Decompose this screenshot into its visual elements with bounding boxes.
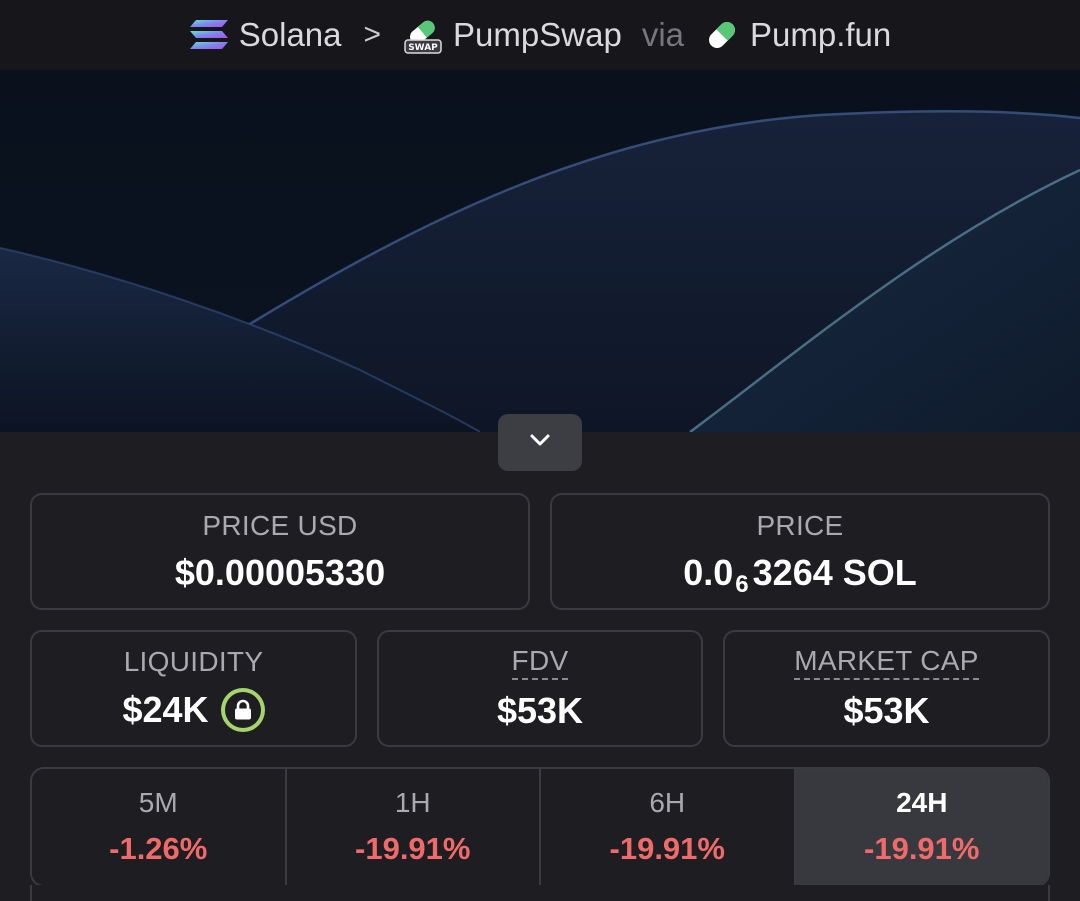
tab-6h-label: 6H [649,787,686,818]
timeframe-panel-edge [30,885,1050,901]
pumpswap-icon: SWAP [403,15,443,55]
tab-5m-change: -1.26% [109,831,208,866]
svg-text:SWAP: SWAP [408,43,438,53]
breadcrumb-via: via [641,16,684,53]
collapse-banner-button[interactable] [498,414,582,471]
breadcrumb-dex[interactable]: SWAP PumpSwap [403,15,622,55]
breadcrumb-chain[interactable]: Solana [189,16,342,54]
market-cap-value: $53K [843,690,930,731]
tab-5m[interactable]: 5M -1.26% [32,769,287,885]
tab-6h[interactable]: 6H -19.91% [541,769,796,885]
tab-6h-change: -19.91% [609,831,725,866]
liquidity-value: $24K [122,688,209,730]
tab-1h[interactable]: 1H -19.91% [287,769,541,885]
fdv-value: $53K [496,690,584,731]
tab-1h-label: 1H [394,787,431,818]
market-cap-card: MARKET CAP $53K [723,630,1050,747]
tab-5m-label: 5M [138,787,178,818]
pill-icon [704,17,740,53]
fdv-card: FDV $53K [377,630,703,747]
price-usd-label: PRICE USD [202,509,358,541]
chevron-down-icon [529,433,551,452]
liquidity-label: LIQUIDITY [123,645,264,677]
tab-24h[interactable]: 24H -19.91% [795,769,1048,885]
breadcrumb-separator: > [363,18,382,51]
lock-icon[interactable] [220,687,265,732]
price-native-suffix: 3264 SOL [752,551,917,593]
liquidity-card: LIQUIDITY $24K [30,630,357,747]
price-native-value: 0.0 6 3264 SOL [683,551,917,598]
liquidity-value-row: $24K [122,687,265,732]
tab-24h-label: 24H [896,787,948,818]
header-banner [0,70,1080,432]
solana-icon [189,18,229,52]
tab-1h-change: -19.91% [355,831,471,866]
price-usd-value: $0.00005330 [174,551,386,593]
market-cap-label[interactable]: MARKET CAP [794,645,979,680]
timeframe-tabs: 5M -1.26% 1H -19.91% 6H -19.91% 24H -19.… [30,767,1050,887]
breadcrumb-launchpad-label: Pump.fun [750,16,892,53]
breadcrumb-chain-label: Solana [238,16,342,53]
price-native-zero-count: 6 [735,570,749,598]
price-native-card: PRICE 0.0 6 3264 SOL [550,493,1050,610]
tab-24h-change: -19.91% [864,831,980,866]
price-native-prefix: 0.0 [683,551,734,593]
price-usd-card: PRICE USD $0.00005330 [30,493,530,610]
breadcrumb-dex-label: PumpSwap [453,16,622,53]
price-native-label: PRICE [756,509,844,541]
breadcrumb-launchpad[interactable]: Pump.fun [704,16,891,54]
fdv-label[interactable]: FDV [511,645,569,680]
breadcrumb: Solana > SWAP PumpSwap via Pump.fun [0,0,1080,70]
